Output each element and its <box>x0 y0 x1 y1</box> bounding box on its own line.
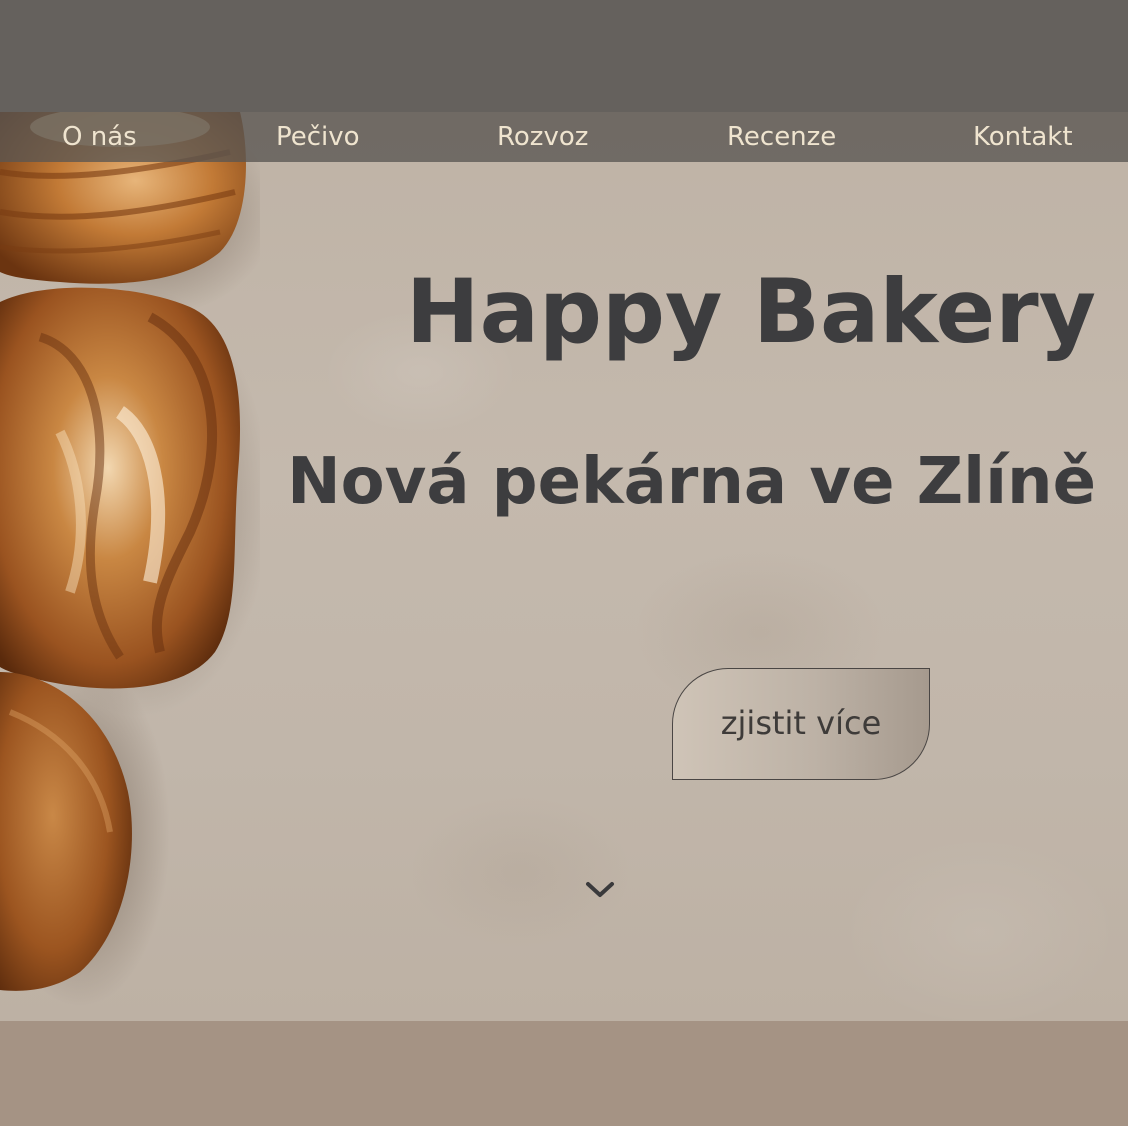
chevron-down-icon[interactable] <box>584 878 616 902</box>
main-nav: O nás Pečivo Rozvoz Recenze Kontakt <box>0 112 1128 162</box>
nav-item-pecivo[interactable]: Pečivo <box>276 112 360 162</box>
nav-item-rozvoz[interactable]: Rozvoz <box>497 112 588 162</box>
pastry-image <box>0 112 260 1007</box>
nav-item-o-nas[interactable]: O nás <box>62 112 137 162</box>
page-title: Happy Bakery <box>405 260 1096 363</box>
learn-more-button[interactable]: zjistit více <box>672 668 930 780</box>
top-band <box>0 0 1128 112</box>
page-subtitle: Nová pekárna ve Zlíně <box>287 445 1096 519</box>
hero-section: O nás Pečivo Rozvoz Recenze Kontakt Happ… <box>0 112 1128 1021</box>
page: O nás Pečivo Rozvoz Recenze Kontakt Happ… <box>0 0 1128 1126</box>
footer-band <box>0 1021 1128 1126</box>
nav-item-recenze[interactable]: Recenze <box>727 112 836 162</box>
nav-item-kontakt[interactable]: Kontakt <box>973 112 1073 162</box>
